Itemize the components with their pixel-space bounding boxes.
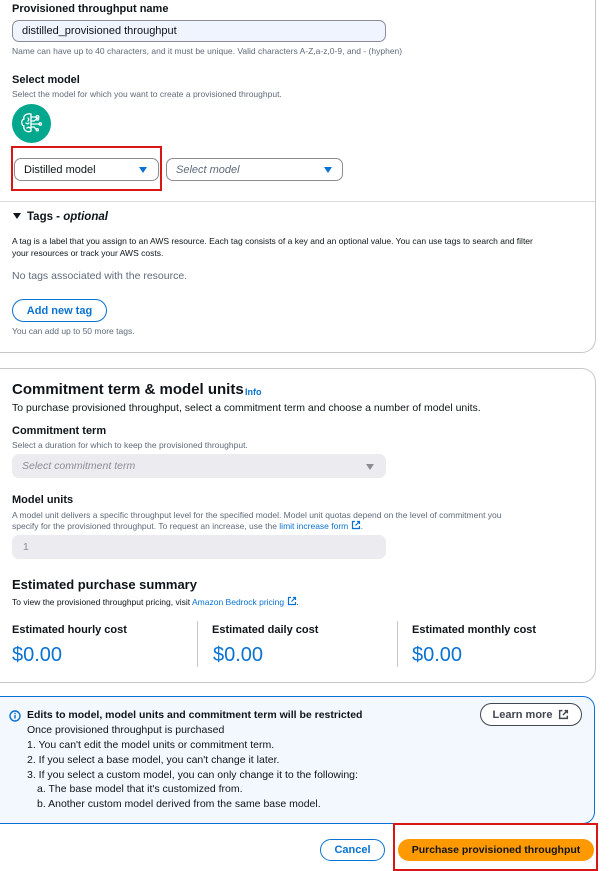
hourly-cost-label: Estimated hourly cost	[12, 624, 127, 636]
tags-desc-line2: your resources or track your AWS costs.	[12, 248, 164, 258]
tags-header[interactable]: Tags - optional	[27, 211, 108, 223]
info-circle-icon	[9, 709, 21, 727]
units-desc-text: specify for the provisioned throughput. …	[12, 521, 280, 531]
alert-line: b. Another custom model derived from the…	[37, 798, 321, 810]
divider	[0, 201, 595, 202]
brain-circuit-icon	[12, 104, 51, 143]
units-label: Model units	[12, 494, 74, 506]
monthly-cost-value: $0.00	[412, 644, 463, 666]
name-help: Name can have up to 40 characters, and i…	[12, 46, 403, 56]
learn-more-label: Learn more	[492, 708, 553, 721]
model-select-placeholder: Select model	[176, 163, 240, 176]
commitment-term-select[interactable]: Select commitment term	[12, 454, 386, 478]
alert-title: Edits to model, model units and commitme…	[27, 709, 363, 721]
cost-divider	[397, 621, 398, 667]
alert-line: Once provisioned throughput is purchased	[27, 724, 225, 736]
chevron-down-icon	[324, 167, 332, 173]
tags-empty-text: No tags associated with the resource.	[12, 270, 188, 282]
model-units-value: 1	[23, 541, 29, 553]
daily-cost-value: $0.00	[213, 644, 264, 666]
hourly-cost-value: $0.00	[12, 644, 63, 666]
highlight-box-purchase	[393, 823, 598, 871]
tags-desc-line1: A tag is a label that you assign to an A…	[12, 236, 533, 246]
summary-desc: To view the provisioned throughput prici…	[12, 596, 299, 607]
bedrock-pricing-link[interactable]: Amazon Bedrock pricing	[192, 597, 284, 607]
alert-line: 2. If you select a base model, you can't…	[27, 754, 280, 766]
alert-line: 1. You can't edit the model units or com…	[27, 739, 275, 751]
model-units-input[interactable]: 1	[12, 535, 386, 559]
tags-title: Tags -	[27, 211, 64, 223]
select-model-label: Select model	[12, 74, 80, 86]
commitment-desc: To purchase provisioned throughput, sele…	[12, 402, 481, 414]
commitment-term-placeholder: Select commitment term	[22, 460, 136, 472]
select-model-desc: Select the model for which you want to c…	[12, 89, 282, 99]
name-input[interactable]: distilled_provisioned throughput	[12, 20, 386, 42]
units-desc-line2: specify for the provisioned throughput. …	[12, 520, 364, 531]
model-select[interactable]: Select model	[166, 158, 343, 181]
monthly-cost-label: Estimated monthly cost	[412, 624, 537, 636]
tags-limit: You can add up to 50 more tags.	[12, 326, 135, 336]
summary-title: Estimated purchase summary	[12, 577, 197, 592]
info-link[interactable]: Info	[245, 387, 262, 397]
add-new-tag-button[interactable]: Add new tag	[12, 299, 107, 322]
chevron-down-icon	[366, 464, 374, 470]
commitment-title: Commitment term & model units	[12, 381, 244, 398]
tags-optional: optional	[63, 211, 108, 223]
external-link-icon	[559, 709, 569, 720]
daily-cost-label: Estimated daily cost	[212, 624, 319, 636]
cost-divider	[197, 621, 198, 667]
highlight-box-model-type	[11, 146, 162, 191]
learn-more-button[interactable]: Learn more	[480, 703, 582, 726]
cancel-button[interactable]: Cancel	[320, 839, 385, 861]
name-input-value: distilled_provisioned throughput	[22, 25, 177, 37]
external-link-icon	[287, 596, 296, 606]
external-link-icon	[351, 520, 360, 530]
name-label: Provisioned throughput name	[12, 3, 169, 15]
term-desc: Select a duration for which to keep the …	[12, 440, 248, 450]
summary-desc-text: To view the provisioned throughput prici…	[12, 597, 193, 607]
alert-line: 3. If you select a custom model, you can…	[27, 769, 358, 781]
term-label: Commitment term	[12, 425, 107, 437]
triangle-expand-icon[interactable]	[13, 213, 21, 219]
alert-line: a. The base model that it's customized f…	[37, 783, 243, 795]
limit-increase-link[interactable]: limit increase form	[279, 521, 348, 531]
